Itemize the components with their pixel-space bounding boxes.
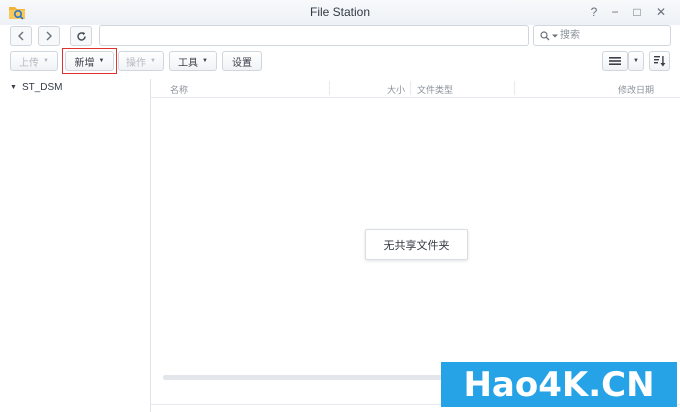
column-divider	[514, 81, 515, 95]
chevron-right-icon	[46, 31, 52, 41]
view-mode-dropdown[interactable]: ▼	[628, 51, 644, 71]
column-type[interactable]: 文件类型	[417, 83, 453, 96]
upload-label: 上传	[19, 57, 40, 69]
empty-message: 无共享文件夹	[365, 229, 468, 260]
new-button[interactable]: 新增 ▼	[65, 51, 114, 71]
close-button[interactable]: ✕	[652, 4, 670, 20]
action-button[interactable]: 操作 ▼	[118, 51, 164, 71]
sort-icon	[653, 56, 665, 67]
chevron-down-icon: ▼	[633, 58, 639, 64]
search-input[interactable]	[558, 27, 660, 44]
window-title: File Station	[309, 5, 371, 19]
column-divider	[410, 81, 411, 95]
minimize-button[interactable]: −	[606, 4, 624, 20]
search-box[interactable]	[533, 25, 671, 46]
caret-down-icon[interactable]: ▼	[10, 84, 17, 91]
upload-button[interactable]: 上传 ▼	[10, 51, 58, 71]
view-mode-button[interactable]	[602, 51, 628, 71]
refresh-button[interactable]	[70, 26, 92, 46]
settings-button[interactable]: 设置	[222, 51, 262, 71]
horizontal-scrollbar[interactable]	[163, 375, 453, 380]
column-size[interactable]: 大小	[387, 83, 405, 96]
chevron-down-icon: ▼	[43, 58, 49, 64]
column-header-row: 名称 大小 文件类型 修改日期	[151, 79, 680, 98]
chevron-down-icon: ▼	[98, 58, 105, 64]
tools-label: 工具	[178, 57, 199, 69]
watermark-logo: Hao4K.CN	[441, 362, 677, 407]
refresh-icon	[76, 31, 86, 41]
chevron-down-icon: ▼	[150, 58, 156, 64]
maximize-icon: □	[633, 5, 641, 19]
chevron-down-icon: ▼	[202, 58, 208, 64]
column-name[interactable]: 名称	[170, 83, 188, 96]
back-button[interactable]	[10, 26, 32, 46]
sort-button[interactable]	[649, 51, 670, 71]
chevron-left-icon	[18, 31, 24, 41]
forward-button[interactable]	[38, 26, 60, 46]
path-input[interactable]	[99, 25, 529, 46]
tree-node-st-dsm[interactable]: ▼ ST_DSM	[10, 82, 63, 93]
tree-node-label: ST_DSM	[21, 82, 63, 93]
search-icon	[540, 30, 550, 40]
list-view-icon	[609, 57, 621, 65]
minimize-icon: −	[611, 5, 619, 19]
close-icon: ✕	[655, 5, 667, 19]
tools-button[interactable]: 工具 ▼	[169, 51, 217, 71]
action-label: 操作	[126, 57, 147, 69]
title-bar: File Station ? − □ ✕	[0, 0, 680, 25]
folder-tree-panel: ▼ ST_DSM	[0, 79, 151, 412]
maximize-button[interactable]: □	[628, 4, 646, 20]
settings-label: 设置	[232, 57, 252, 69]
column-divider	[329, 81, 330, 95]
column-modified[interactable]: 修改日期	[618, 83, 654, 96]
help-button[interactable]: ?	[585, 4, 603, 20]
new-label: 新增	[74, 57, 95, 69]
help-icon: ?	[590, 5, 598, 19]
